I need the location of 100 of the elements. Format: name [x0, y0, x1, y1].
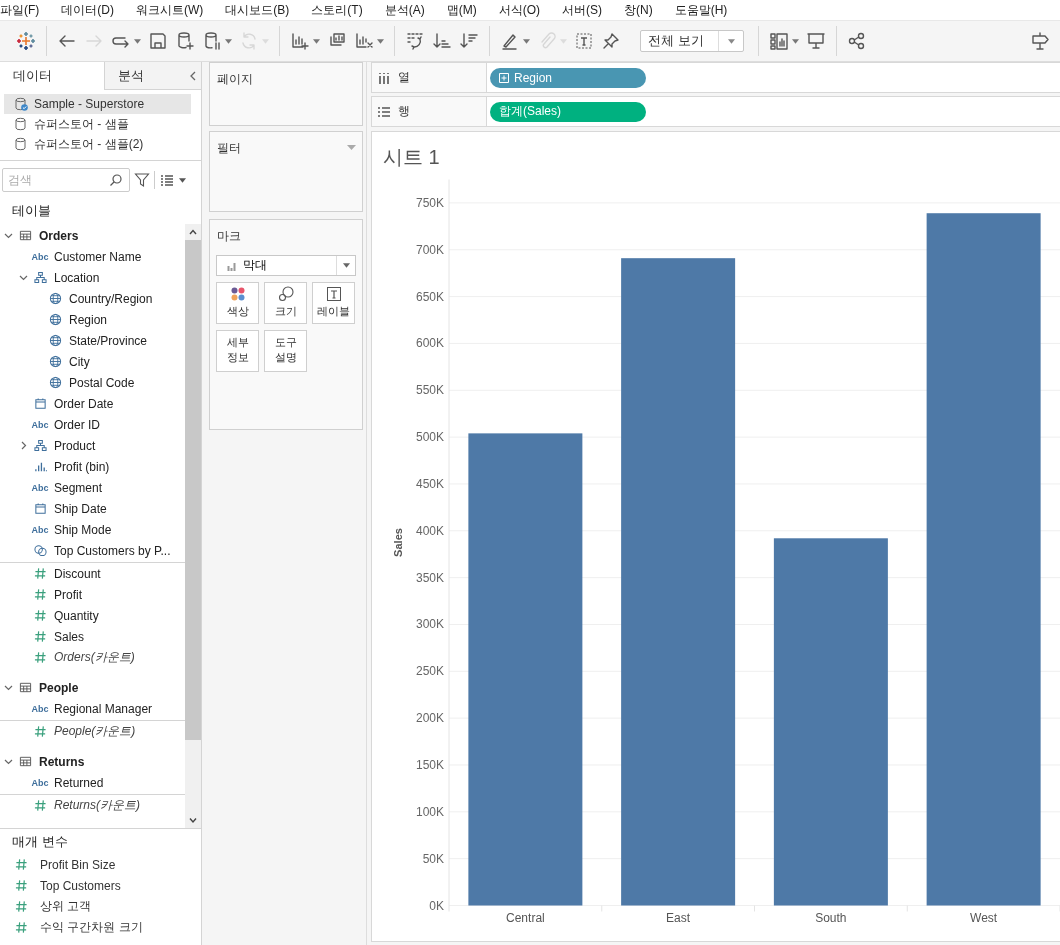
shelf-label: 행	[398, 103, 410, 120]
globe-icon	[48, 376, 62, 389]
panel-tab[interactable]: 분석	[104, 62, 185, 90]
mark-type-dropdown[interactable]: 막대	[216, 255, 356, 276]
logo-icon	[16, 31, 36, 51]
view-dropdown[interactable]: 전체 보기	[640, 30, 744, 52]
bar[interactable]	[468, 433, 583, 906]
scrollbar[interactable]	[185, 224, 201, 828]
field-name[interactable]: Country/Region	[69, 291, 153, 306]
menu-item[interactable]: 서식(O)	[498, 1, 548, 19]
collapse-chevron-icon[interactable]	[3, 683, 13, 692]
data-source-item[interactable]: 슈퍼스토어 - 샘플(2)	[4, 134, 191, 154]
chart-clear-icon	[354, 31, 374, 51]
shelf-label: 열	[398, 69, 410, 86]
parameter-name[interactable]: 수익 구간차원 크기	[40, 919, 143, 936]
menu-item[interactable]: 창(N)	[624, 1, 661, 19]
menu-item[interactable]: 파일(F)	[0, 1, 48, 19]
mark-property-button[interactable]: 크기	[264, 282, 307, 324]
hash-icon	[33, 609, 47, 622]
field-name[interactable]: Top Customers by P...	[54, 543, 171, 558]
expand-box-icon	[499, 72, 509, 83]
menu-item[interactable]: 도움말(H)	[674, 1, 736, 19]
menu-item[interactable]: 맵(M)	[446, 1, 485, 19]
table-name[interactable]: Orders	[39, 228, 79, 243]
field-name[interactable]: Sales	[54, 629, 85, 644]
axis-tick-label: 0K	[429, 898, 444, 913]
field-name[interactable]: State/Province	[69, 333, 148, 348]
scroll-up-icon	[188, 227, 198, 237]
field-name[interactable]: Product	[54, 438, 96, 453]
field-name[interactable]: Order ID	[54, 417, 100, 432]
hash-icon	[15, 858, 28, 871]
caret-icon[interactable]	[347, 145, 356, 151]
hash-icon	[33, 651, 47, 664]
parameter-name[interactable]: Profit Bin Size	[40, 857, 116, 872]
field-name[interactable]: City	[69, 354, 90, 369]
field-name[interactable]: Profit (bin)	[54, 459, 110, 474]
hierarchy-icon	[33, 271, 47, 284]
card-title: 페이지	[216, 71, 254, 88]
field-name[interactable]: Postal Code	[69, 375, 135, 390]
sort-descending-icon	[459, 31, 479, 51]
table-name[interactable]: People	[39, 680, 79, 695]
field-name[interactable]: Region	[69, 312, 108, 327]
field-name[interactable]: Quantity	[54, 608, 99, 623]
list-view-icon[interactable]	[159, 172, 175, 188]
calendar-icon	[33, 397, 47, 410]
caret-icon	[262, 38, 269, 44]
collapse-chevron-icon[interactable]	[3, 231, 13, 240]
field-name[interactable]: Order Date	[54, 396, 114, 411]
menu-item[interactable]: 데이터(D)	[61, 1, 122, 19]
mark-property-button[interactable]: 레이블	[312, 282, 355, 324]
category-label: East	[666, 910, 691, 925]
mark-property-button[interactable]: 세부 정보	[216, 330, 259, 372]
chart-plus-icon	[290, 31, 310, 51]
mark-property-button[interactable]: 색상	[216, 282, 259, 324]
field-name[interactable]: Ship Mode	[54, 522, 112, 537]
rows-icon	[378, 105, 390, 118]
caret-icon	[342, 263, 350, 268]
color-dots-icon	[229, 286, 246, 302]
field-name[interactable]: Regional Manager	[54, 701, 153, 716]
caret-icon	[560, 38, 567, 44]
axis-tick-label: 500K	[415, 430, 444, 445]
axis-tick-label: 550K	[415, 383, 444, 398]
parameter-name[interactable]: 상위 고객	[40, 898, 92, 915]
field-name[interactable]: Customer Name	[54, 249, 142, 264]
database-icon	[14, 117, 28, 131]
caret-icon	[179, 177, 186, 183]
menu-item[interactable]: 서버(S)	[562, 1, 610, 19]
hash-icon	[33, 725, 47, 738]
field-name[interactable]: People(카운트)	[54, 723, 136, 740]
mark-property-button[interactable]: 도구 설명	[264, 330, 307, 372]
hash-icon	[33, 799, 47, 812]
menu-item[interactable]: 분석(A)	[384, 1, 433, 19]
field-name[interactable]: Profit	[54, 587, 82, 602]
field-name[interactable]: Location	[54, 270, 100, 285]
axis-title: Sales	[392, 528, 404, 557]
search-field[interactable]: 검색	[2, 168, 130, 192]
field-name[interactable]: Segment	[54, 480, 103, 495]
field-name[interactable]: Orders(카운트)	[54, 649, 135, 666]
table-name[interactable]: Returns	[39, 754, 85, 769]
field-name[interactable]: Returns(카운트)	[54, 797, 140, 814]
menu-item[interactable]: 워크시트(W)	[136, 1, 212, 19]
field-name[interactable]: Discount	[54, 566, 101, 581]
database-check-icon	[14, 97, 28, 111]
parameter-name[interactable]: Top Customers	[40, 878, 121, 893]
menu-item[interactable]: 대시보드(B)	[225, 1, 298, 19]
data-source-item[interactable]: Sample - Superstore	[4, 94, 191, 114]
refresh-icon	[239, 31, 259, 51]
data-type-label: Abc	[31, 482, 49, 493]
set-icon	[33, 544, 47, 557]
presentation-icon	[806, 31, 826, 51]
field-name[interactable]: Ship Date	[54, 501, 107, 516]
collapse-chevron-icon[interactable]	[18, 273, 28, 282]
bar-chart-icon	[227, 260, 237, 271]
menu-item[interactable]: 스토리(T)	[311, 1, 371, 19]
collapse-chevron-icon[interactable]	[3, 757, 13, 766]
field-name[interactable]: Returned	[54, 775, 104, 790]
filter-icon[interactable]	[134, 172, 150, 188]
axis-tick-label: 200K	[415, 711, 444, 726]
data-source-item[interactable]: 슈퍼스토어 - 샘플	[4, 114, 191, 134]
calendar-icon	[33, 502, 47, 515]
